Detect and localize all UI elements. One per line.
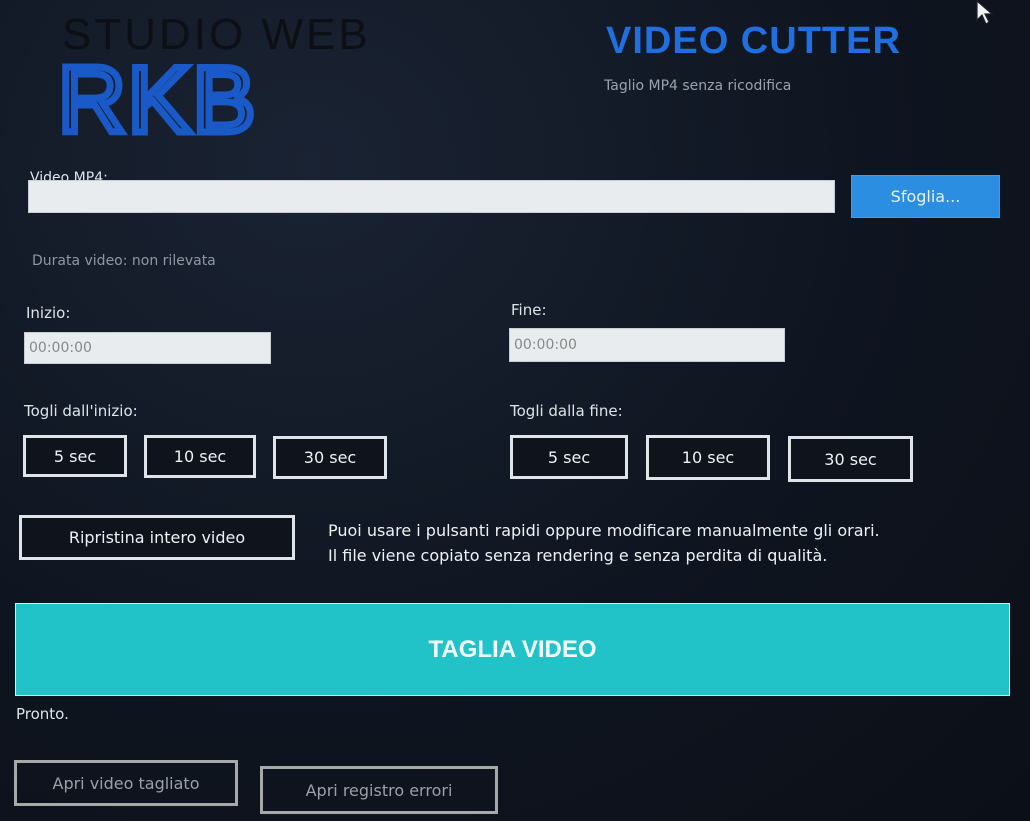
- start-label: Inizio:: [26, 304, 71, 322]
- end-time-input[interactable]: 00:00:00: [509, 328, 785, 362]
- logo-letters: RKB: [58, 60, 257, 140]
- info-text: Puoi usare i pulsanti rapidi oppure modi…: [328, 518, 880, 568]
- duration-text: Durata video: non rilevata: [32, 253, 216, 269]
- open-error-log-button[interactable]: Apri registro errori: [260, 766, 498, 814]
- end-label: Fine:: [511, 301, 547, 319]
- trim-end-30-button[interactable]: 30 sec: [788, 436, 913, 482]
- reset-button[interactable]: Ripristina intero video: [19, 515, 295, 560]
- file-path-input[interactable]: [28, 180, 835, 213]
- mouse-cursor-icon: [975, 0, 995, 30]
- info-line-1: Puoi usare i pulsanti rapidi oppure modi…: [328, 521, 880, 540]
- app-title: VIDEO CUTTER: [606, 20, 901, 62]
- cut-video-button[interactable]: TAGLIA VIDEO: [15, 603, 1010, 696]
- trim-start-5-button[interactable]: 5 sec: [23, 435, 127, 477]
- browse-button[interactable]: Sfoglia...: [851, 175, 1000, 218]
- trim-start-30-button[interactable]: 30 sec: [273, 436, 387, 479]
- open-cut-video-button[interactable]: Apri video tagliato: [14, 760, 238, 806]
- status-text: Pronto.: [16, 705, 69, 723]
- start-time-input[interactable]: 00:00:00: [24, 332, 271, 364]
- app-subtitle: Taglio MP4 senza ricodifica: [604, 78, 792, 94]
- trim-end-10-button[interactable]: 10 sec: [646, 435, 770, 480]
- brand-logo: RKB: [55, 44, 358, 156]
- trim-start-label: Togli dall'inizio:: [24, 402, 138, 420]
- trim-end-label: Togli dalla fine:: [510, 402, 623, 420]
- info-line-2: Il file viene copiato senza rendering e …: [328, 546, 828, 565]
- trim-start-10-button[interactable]: 10 sec: [144, 435, 256, 478]
- trim-end-5-button[interactable]: 5 sec: [510, 435, 628, 479]
- brand-studio-text: STUDIO WEB: [62, 10, 371, 59]
